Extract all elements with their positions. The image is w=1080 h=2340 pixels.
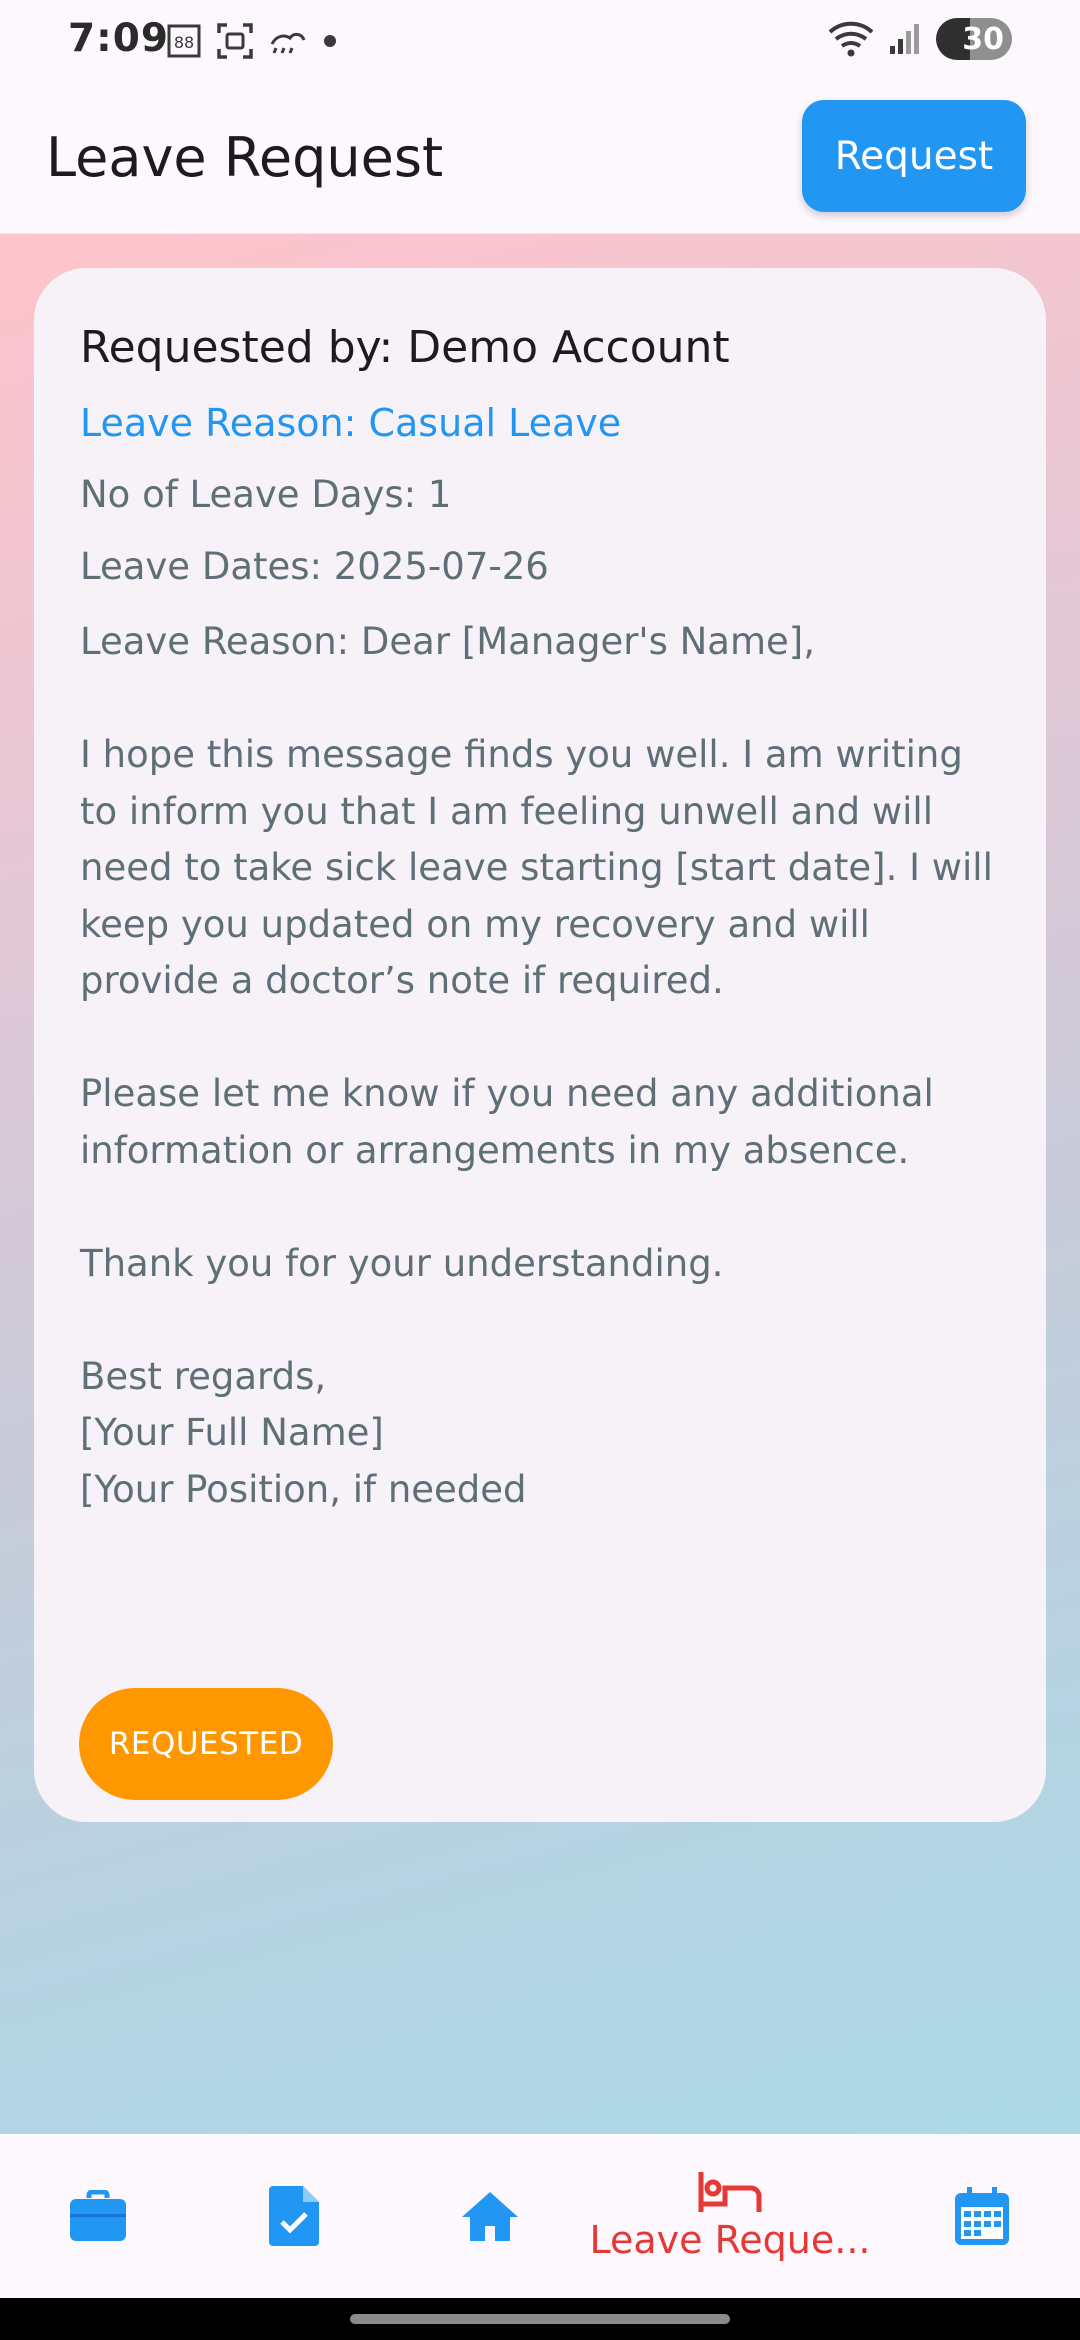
status-icons-left: 88 bbox=[166, 22, 338, 60]
status-badge[interactable]: REQUESTED bbox=[79, 1688, 333, 1800]
home-icon bbox=[462, 2192, 518, 2241]
task-document-icon bbox=[269, 2186, 319, 2246]
nav-item-jobs[interactable] bbox=[48, 2134, 148, 2298]
sim-icon: 88 bbox=[167, 24, 201, 58]
status-bar: 7:09 88 30 bbox=[0, 0, 1080, 84]
screen: 7:09 88 30 Leave Request Request Request… bbox=[0, 0, 1080, 2340]
nav-item-home[interactable] bbox=[440, 2134, 540, 2298]
content-area: Requested by: Demo Account Leave Reason:… bbox=[0, 234, 1080, 2134]
screenshot-icon bbox=[217, 23, 253, 59]
bed-icon bbox=[698, 2172, 762, 2212]
battery-level: 30 bbox=[962, 21, 1004, 57]
request-button[interactable]: Request bbox=[802, 100, 1026, 212]
leave-message: Leave Reason: Dear [Manager's Name], I h… bbox=[80, 620, 993, 1511]
page-title: Leave Request bbox=[46, 126, 444, 189]
leave-request-card[interactable]: Requested by: Demo Account Leave Reason:… bbox=[34, 268, 1046, 1822]
app-bar: Leave Request Request bbox=[0, 84, 1080, 234]
dot-icon bbox=[324, 35, 336, 47]
status-icons-right: 30 bbox=[828, 18, 1012, 60]
calendar-icon bbox=[955, 2187, 1009, 2245]
leave-reason-type: Leave Reason: Casual Leave bbox=[80, 401, 622, 445]
nav-label-leave-request: Leave Reque... bbox=[589, 2218, 871, 2262]
home-gesture-handle[interactable] bbox=[350, 2314, 730, 2324]
nav-item-tasks[interactable] bbox=[244, 2134, 344, 2298]
status-time: 7:09 bbox=[68, 16, 170, 61]
gesture-area bbox=[0, 2298, 1080, 2340]
weather-icon bbox=[270, 32, 306, 54]
signal-icon bbox=[890, 24, 919, 54]
leave-days: No of Leave Days: 1 bbox=[80, 473, 452, 516]
requested-by: Requested by: Demo Account bbox=[80, 322, 730, 373]
bottom-nav: Leave Reque... bbox=[0, 2134, 1080, 2298]
battery-icon: 30 bbox=[936, 18, 1012, 60]
nav-item-leave-request[interactable]: Leave Reque... bbox=[580, 2134, 880, 2298]
nav-item-calendar[interactable] bbox=[932, 2134, 1032, 2298]
leave-dates: Leave Dates: 2025-07-26 bbox=[80, 545, 549, 588]
svg-text:88: 88 bbox=[174, 33, 194, 52]
wifi-icon bbox=[828, 21, 874, 57]
briefcase-icon bbox=[70, 2190, 126, 2241]
